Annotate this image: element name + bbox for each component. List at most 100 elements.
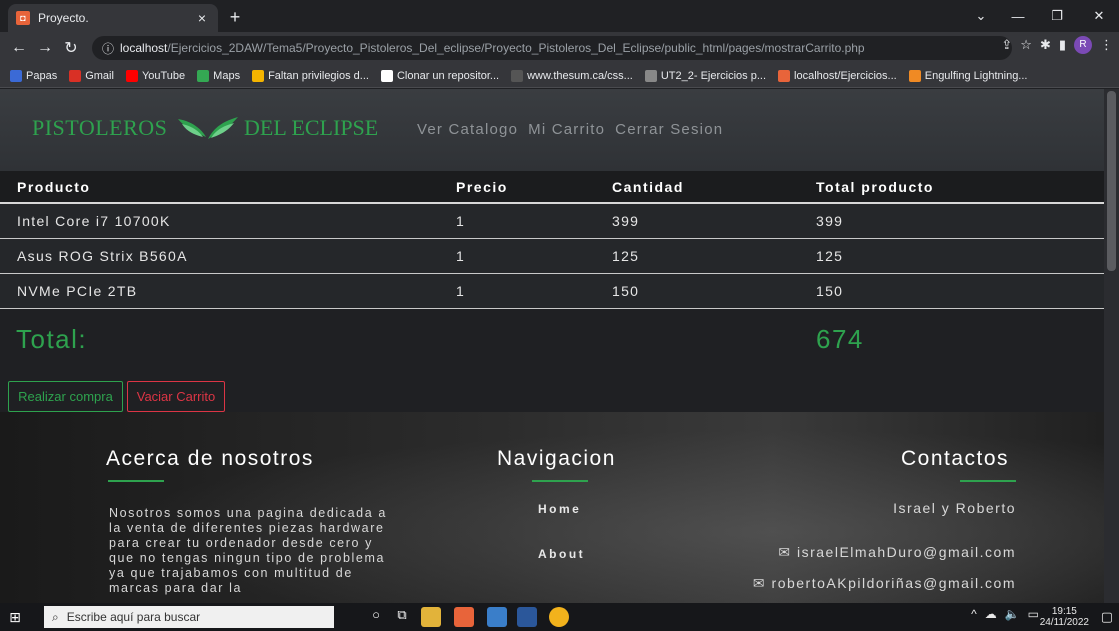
side-panel-icon[interactable]: ▮ [1059,37,1066,53]
footer-about-link[interactable]: About [538,547,585,561]
nav-title: Navigacion [497,447,616,470]
bookmarks-bar: Papas Gmail YouTube Maps Faltan privilegios … [0,64,1119,88]
bookmark-label: Engulfing Lightning... [924,69,1028,82]
contact-title: Contactos [901,447,1010,470]
minimize-button[interactable]: — [998,0,1038,32]
contact-names: Israel y Roberto [893,500,1016,516]
bookmark-favicon-icon [511,69,524,82]
clock-time: 19:15 [1051,606,1077,617]
network-icon[interactable]: ▭ [1028,607,1039,621]
bookmark-label: Clonar un repositor... [396,69,500,82]
chrome-icon[interactable] [549,607,569,627]
notifications-icon[interactable]: ▢ [1101,609,1113,625]
app-icon[interactable] [487,607,507,627]
empty-cart-button[interactable]: Vaciar Carrito [127,381,225,412]
scrollbar-thumb[interactable] [1107,91,1116,271]
bookmark-label: localhost/Ejercicios... [794,69,897,82]
cell-total: 399 [816,213,844,229]
windows-taskbar: ⊞ ⌕ Escribe aquí para buscar ○ ⧉ ^ ☁ 🔈 ▭… [0,603,1119,631]
taskbar-search[interactable]: ⌕ Escribe aquí para buscar [44,606,334,628]
forward-icon[interactable]: → [32,39,58,57]
browser-toolbar: ← → ↻ ⓘ localhost/Ejercicios_2DAW/Tema5/… [0,32,1119,64]
bookmark-star-icon[interactable]: ☆ [1020,37,1032,53]
tab-close-icon[interactable]: × [194,10,210,26]
tray-cloud-icon[interactable]: ☁ [985,607,997,621]
cortana-icon[interactable]: ○ [366,607,386,627]
brand-right[interactable]: DEL ECLIPSE [244,115,378,141]
bookmark-item[interactable]: UT2_2- Ejercicios p... [644,69,766,82]
nav-cart-link[interactable]: Mi Carrito [528,121,605,138]
bookmark-item[interactable]: Gmail [69,69,114,82]
extensions-icon[interactable]: ✱ [1040,37,1051,53]
profile-avatar[interactable]: R [1074,36,1092,54]
footer-home-link[interactable]: Home [538,502,581,516]
site-favicon-icon: ◘ [16,11,30,25]
taskbar-clock[interactable]: 19:15 24/11/2022 [1040,606,1089,628]
cell-price: 1 [456,213,466,229]
tray-chevron-icon[interactable]: ^ [971,607,977,621]
tab-title: Proyecto. [38,11,89,25]
reload-icon[interactable]: ↻ [58,38,84,58]
cell-quantity: 150 [612,283,640,299]
brand-left[interactable]: PISTOLEROS [32,115,167,141]
contact-email-2[interactable]: ✉ robertoAKpildoriñas@gmail.com [753,575,1016,592]
url-path: /Ejercicios_2DAW/Tema5/Proyecto_Pistoler… [167,41,865,55]
contact-email-1[interactable]: ✉ israelElmahDuro@gmail.com [778,544,1016,561]
windows-start-icon[interactable]: ⊞ [0,609,30,626]
bookmark-item[interactable]: YouTube [125,69,186,82]
bookmark-label: YouTube [141,69,186,82]
about-title: Acerca de nosotros [106,447,314,470]
browser-tabstrip: ◘ Proyecto. × + ⌄ — ❐ ✕ [0,0,1119,32]
close-window-button[interactable]: ✕ [1079,0,1119,32]
address-bar[interactable]: ⓘ localhost/Ejercicios_2DAW/Tema5/Proyec… [92,36,1012,60]
bookmark-item[interactable]: Clonar un repositor... [380,69,500,82]
browser-tab[interactable]: ◘ Proyecto. × [8,4,218,32]
site-header: PISTOLEROS DEL ECLIPSE Ver Catalogo Mi C… [0,89,1104,171]
site-footer: Acerca de nosotros Nosotros somos una pa… [0,412,1104,603]
cart-total-row: Total: 674 [0,310,1104,370]
task-view-icon[interactable]: ⧉ [392,607,412,627]
page-viewport: PISTOLEROS DEL ECLIPSE Ver Catalogo Mi C… [0,89,1104,603]
cell-total: 150 [816,283,844,299]
site-info-icon[interactable]: ⓘ [102,40,114,57]
new-tab-button[interactable]: + [224,6,246,28]
email-text: israelElmahDuro@gmail.com [797,544,1016,560]
word-icon[interactable] [517,607,537,627]
volume-icon[interactable]: 🔈 [1005,607,1020,621]
bookmark-item[interactable]: localhost/Ejercicios... [778,69,897,82]
clock-date: 24/11/2022 [1039,617,1089,628]
cell-quantity: 125 [612,248,640,264]
page-scrollbar[interactable] [1104,89,1119,603]
checkout-button[interactable]: Realizar compra [8,381,123,412]
cell-price: 1 [456,248,466,264]
bookmark-item[interactable]: Engulfing Lightning... [908,69,1028,82]
menu-icon[interactable]: ⋮ [1100,37,1113,53]
bookmark-item[interactable]: www.thesum.ca/css... [511,69,633,82]
nav-logout-link[interactable]: Cerrar Sesion [615,121,723,138]
bookmark-item[interactable]: Papas [10,69,57,82]
url-host: localhost [120,41,168,55]
back-icon[interactable]: ← [6,39,32,57]
bookmark-item[interactable]: Faltan privilegios d... [252,69,369,82]
nav-divider [532,480,588,482]
restore-button[interactable]: ❐ [1037,0,1077,32]
bookmark-item[interactable]: Maps [197,69,240,82]
bookmark-label: www.thesum.ca/css... [527,69,633,82]
bookmark-favicon-icon [380,69,393,82]
header-price: Precio [456,178,508,195]
bookmark-favicon-icon [252,69,265,82]
bookmark-favicon-icon [197,69,210,82]
search-placeholder: Escribe aquí para buscar [66,610,201,624]
toolbar-actions: ⇪ ☆ ✱ ▮ R ⋮ [1001,36,1113,54]
tab-search-icon[interactable]: ⌄ [961,0,1001,32]
share-icon[interactable]: ⇪ [1001,37,1012,53]
bookmark-label: Faltan privilegios d... [268,69,369,82]
xampp-icon[interactable] [454,607,474,627]
table-header-row: Producto Precio Cantidad Total producto [0,171,1104,204]
mail-icon: ✉ [778,544,797,560]
file-explorer-icon[interactable] [421,607,441,627]
cell-total: 125 [816,248,844,264]
cell-price: 1 [456,283,466,299]
system-tray: ^ ☁ 🔈 ▭ [971,607,1039,621]
nav-catalog-link[interactable]: Ver Catalogo [417,121,518,138]
